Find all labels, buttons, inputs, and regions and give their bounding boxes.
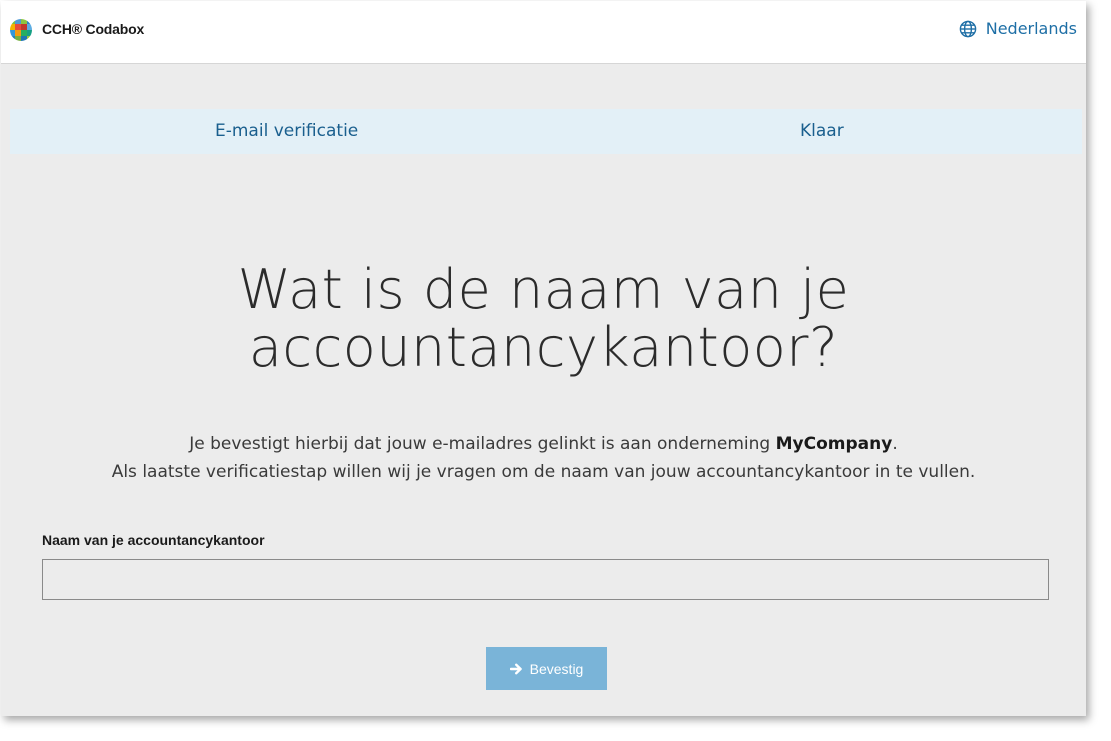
app-window: CCH® Codabox Nederlands E-mail verificat… [1, 1, 1086, 716]
description-prefix: Je bevestigt hierbij dat jouw e-mailadre… [189, 434, 776, 454]
top-header: CCH® Codabox Nederlands [1, 1, 1086, 64]
title-line-1: Wat is de naam van je [237, 258, 850, 321]
step-done[interactable]: Klaar [800, 121, 844, 141]
title-line-2: accountancykantoor? [248, 316, 839, 379]
description-suffix: . [892, 434, 898, 454]
description: Je bevestigt hierbij dat jouw e-mailadre… [1, 430, 1086, 486]
company-name: MyCompany [775, 434, 893, 454]
accountancy-name-input[interactable] [42, 559, 1049, 600]
language-selector[interactable]: Nederlands [959, 19, 1077, 38]
language-label: Nederlands [985, 19, 1077, 38]
page-title: Wat is de naam van je accountancykantoor… [1, 261, 1086, 377]
progress-steps: E-mail verificatie Klaar [10, 109, 1082, 154]
description-line-1: Je bevestigt hierbij dat jouw e-mailadre… [1, 430, 1086, 458]
confirm-button[interactable]: Bevestig [486, 647, 607, 690]
logo-icon [9, 18, 33, 42]
globe-icon [959, 20, 977, 37]
arrow-right-icon [509, 663, 522, 674]
confirm-button-label: Bevestig [529, 660, 584, 677]
brand-name: CCH® Codabox [42, 21, 145, 37]
accountancy-name-label: Naam van je accountancykantoor [42, 532, 265, 548]
step-email-verification[interactable]: E-mail verificatie [215, 121, 358, 141]
description-line-2: Als laatste verificatiestap willen wij j… [111, 462, 976, 482]
